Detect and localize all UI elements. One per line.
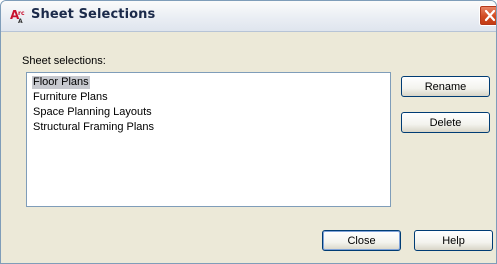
list-item[interactable]: Furniture Plans [32, 91, 109, 104]
dialog-title: Sheet Selections [31, 7, 156, 22]
close-window-button[interactable] [479, 5, 496, 26]
close-icon [484, 9, 496, 22]
sheet-selections-list[interactable]: Floor Plans Furniture Plans Space Planni… [26, 72, 391, 207]
svg-text:A: A [18, 18, 23, 24]
delete-button[interactable]: Delete [401, 112, 490, 133]
svg-text:rc: rc [18, 10, 25, 17]
help-button[interactable]: Help [414, 230, 493, 251]
list-item[interactable]: Structural Framing Plans [32, 121, 155, 134]
list-item[interactable]: Floor Plans [32, 76, 90, 89]
rename-button[interactable]: Rename [401, 76, 490, 97]
close-button[interactable]: Close [322, 230, 401, 251]
autocad-architecture-icon: A rc A [10, 7, 27, 25]
sheet-selections-label: Sheet selections: [22, 55, 106, 67]
list-item[interactable]: Space Planning Layouts [32, 106, 153, 119]
title-bar[interactable]: A rc A Sheet Selections [1, 1, 496, 32]
sheet-selections-dialog: A rc A Sheet Selections Sheet selections… [0, 0, 497, 264]
